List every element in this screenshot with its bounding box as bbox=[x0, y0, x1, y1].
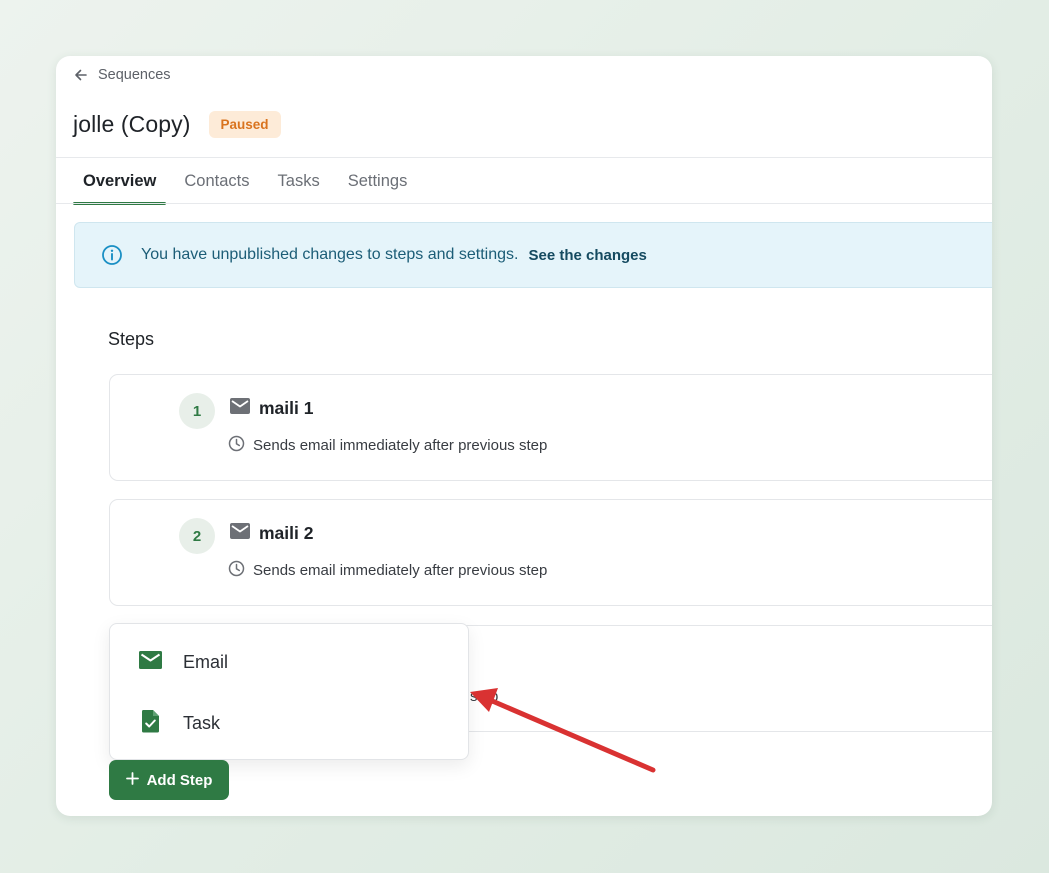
task-file-icon bbox=[139, 709, 162, 738]
add-step-label: Add Step bbox=[146, 771, 213, 789]
page-title: jolle (Copy) bbox=[73, 111, 191, 137]
unpublished-changes-banner: You have unpublished changes to steps an… bbox=[74, 222, 992, 288]
step-timing: Sends email immediately after previous s… bbox=[228, 435, 547, 456]
step-header: maili 2 bbox=[230, 523, 313, 544]
add-step-menu: Email Task bbox=[109, 623, 469, 760]
tab-settings[interactable]: Settings bbox=[338, 158, 418, 204]
step-timing-text: Sends email immediately after previous s… bbox=[253, 437, 548, 454]
step-name: maili 2 bbox=[259, 523, 314, 543]
clock-icon bbox=[228, 435, 245, 456]
steps-heading: Steps bbox=[108, 329, 155, 349]
step-card[interactable]: 2 maili 2 Sends email immediately after … bbox=[109, 499, 992, 606]
tab-bar: Overview Contacts Tasks Settings bbox=[73, 158, 425, 205]
step-timing-text: step bbox=[470, 688, 499, 705]
see-changes-link[interactable]: See the changes bbox=[528, 247, 646, 264]
step-name: maili 1 bbox=[259, 398, 314, 418]
step-number: 1 bbox=[179, 393, 215, 429]
mail-icon bbox=[230, 523, 250, 544]
menu-item-task[interactable]: Task bbox=[110, 695, 468, 751]
add-step-button[interactable]: Add Step bbox=[109, 760, 229, 800]
tab-tasks[interactable]: Tasks bbox=[268, 158, 330, 204]
plus-icon bbox=[125, 771, 139, 789]
menu-item-email[interactable]: Email bbox=[110, 634, 468, 690]
step-timing-text: Sends email immediately after previous s… bbox=[253, 562, 548, 579]
mail-icon bbox=[139, 650, 162, 674]
title-row: jolle (Copy) Paused bbox=[73, 111, 281, 138]
step-header: maili 1 bbox=[230, 398, 313, 419]
status-badge: Paused bbox=[208, 111, 281, 138]
menu-item-label: Task bbox=[183, 712, 221, 733]
mail-icon bbox=[230, 398, 250, 419]
info-icon bbox=[101, 244, 123, 266]
clock-icon bbox=[228, 560, 245, 581]
breadcrumb[interactable]: Sequences bbox=[73, 67, 171, 83]
step-timing: Sends email immediately after previous s… bbox=[228, 560, 547, 581]
sequence-window: Sequences jolle (Copy) Paused Overview C… bbox=[56, 56, 992, 816]
banner-message: You have unpublished changes to steps an… bbox=[141, 246, 519, 263]
arrow-left-icon[interactable] bbox=[73, 67, 89, 83]
tab-overview[interactable]: Overview bbox=[73, 158, 167, 205]
menu-item-label: Email bbox=[183, 651, 229, 672]
tabs-divider bbox=[56, 203, 992, 204]
step-number: 2 bbox=[179, 518, 215, 554]
breadcrumb-label[interactable]: Sequences bbox=[98, 67, 171, 83]
step-card[interactable]: 1 maili 1 Sends email immediately after … bbox=[109, 374, 992, 481]
tab-contacts[interactable]: Contacts bbox=[174, 158, 259, 204]
